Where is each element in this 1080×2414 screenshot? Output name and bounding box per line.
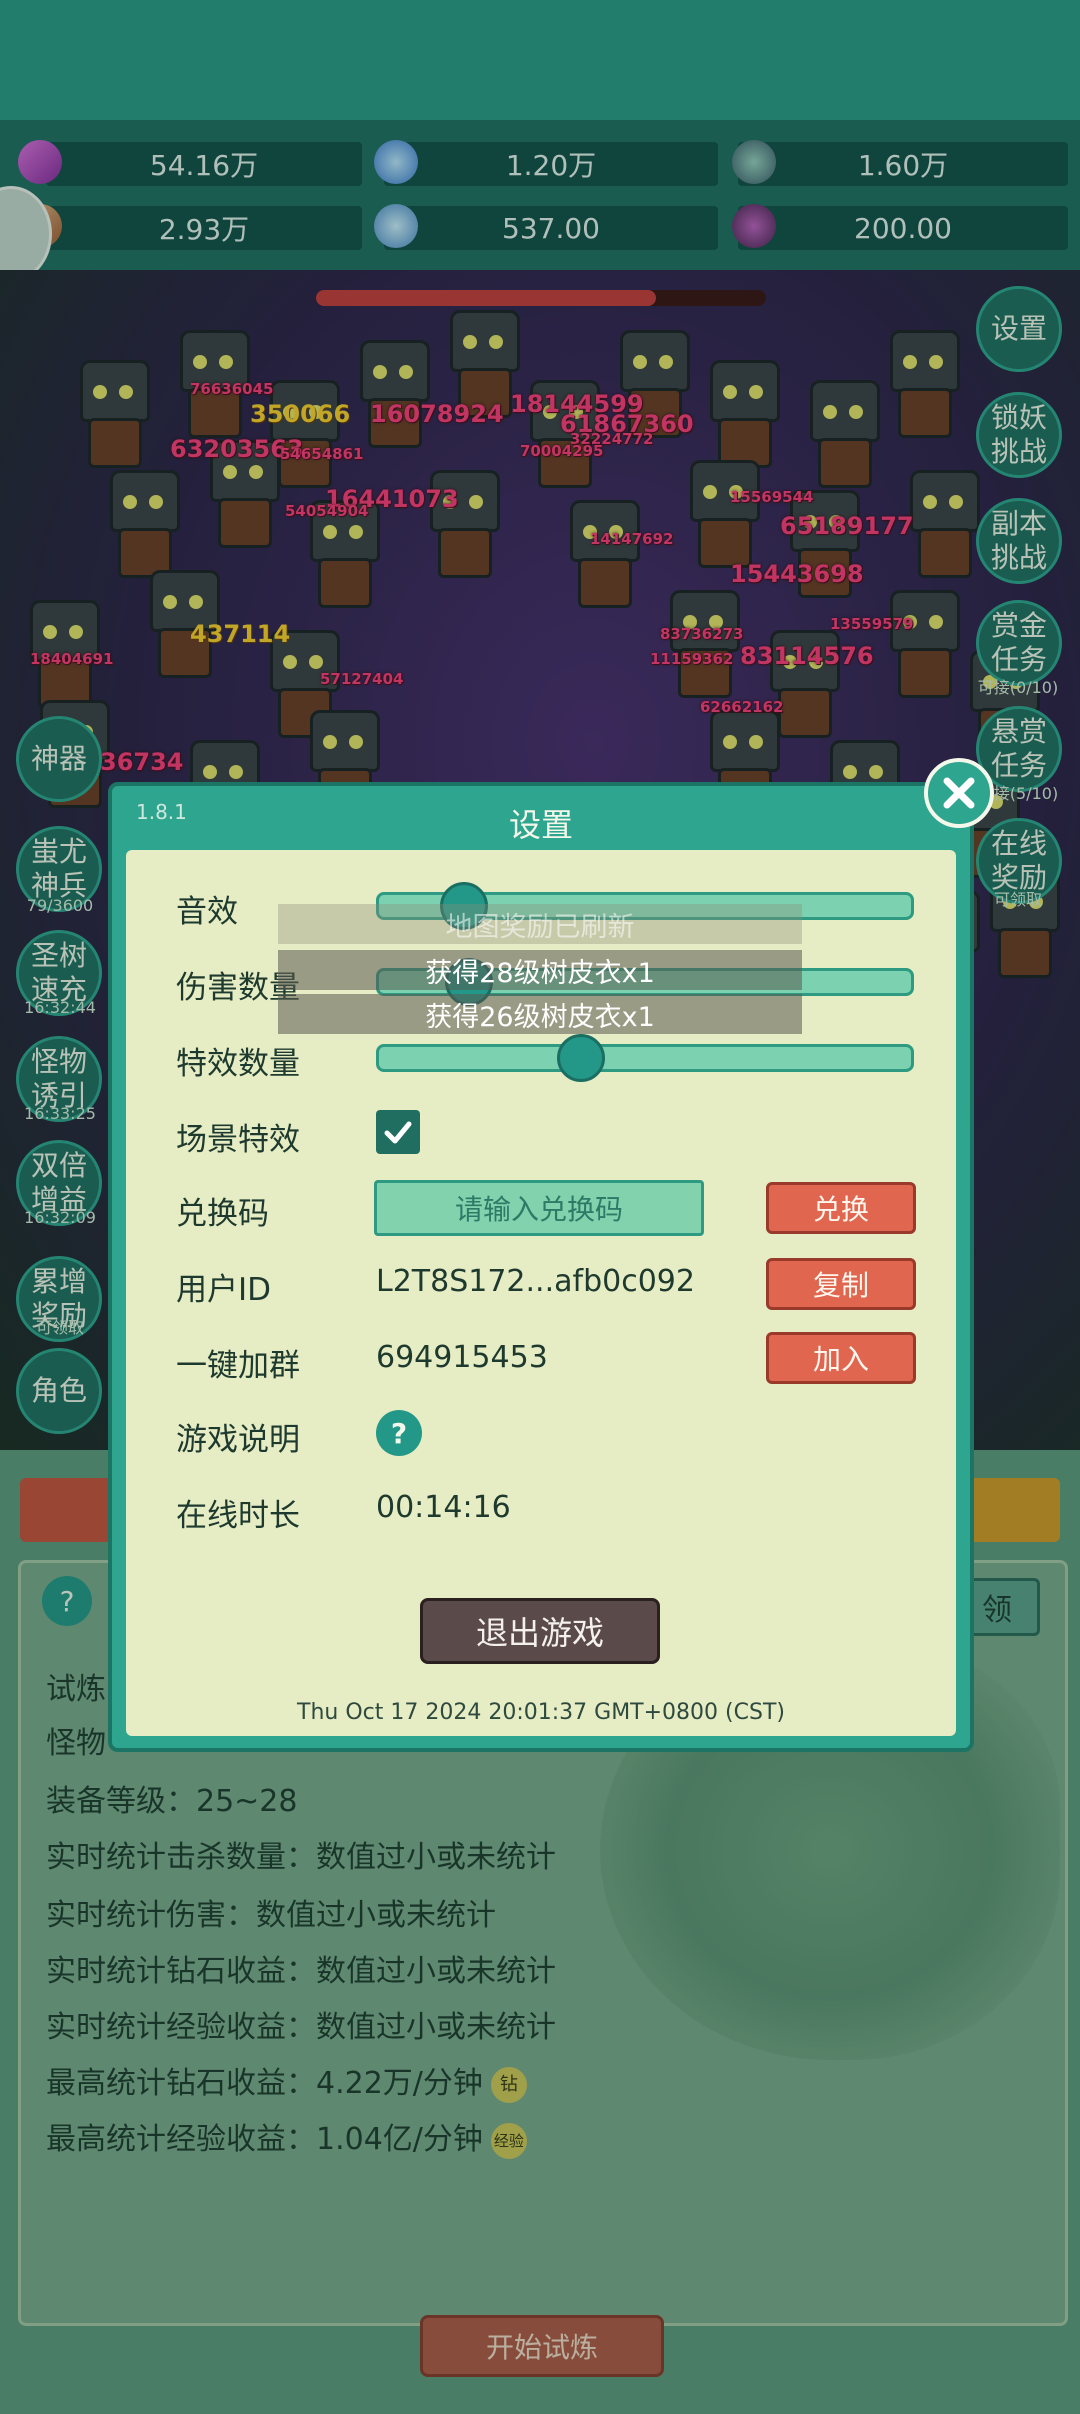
copy-button[interactable]: 复制	[766, 1258, 916, 1310]
game-guide-button[interactable]: ?	[376, 1410, 422, 1456]
effects-count-label: 特效数量	[176, 1046, 300, 1082]
online-time-value: 00:14:16	[376, 1490, 511, 1525]
join-button[interactable]: 加入	[766, 1332, 916, 1384]
user-id-value: L2T8S172...afb0c092	[376, 1264, 695, 1299]
sound-label: 音效	[176, 894, 238, 930]
redeem-code-input[interactable]: 请输入兑换码	[374, 1180, 704, 1236]
join-group-label: 一键加群	[176, 1348, 300, 1384]
checkmark-icon	[384, 1121, 412, 1144]
group-number-value: 694915453	[376, 1340, 548, 1375]
toast-message: 地图奖励已刷新	[278, 904, 802, 944]
settings-title: 设置	[508, 806, 573, 844]
effects-count-slider[interactable]	[376, 1044, 914, 1072]
question-icon: ?	[390, 1416, 408, 1450]
scene-effects-label: 场景特效	[176, 1122, 300, 1158]
toast-message: 获得26级树皮衣x1	[278, 994, 802, 1034]
redeem-label: 兑换码	[176, 1196, 269, 1232]
scene-effects-checkbox[interactable]	[376, 1110, 420, 1154]
online-time-label: 在线时长	[176, 1498, 300, 1534]
exit-game-button[interactable]: 退出游戏	[420, 1598, 660, 1664]
redeem-button[interactable]: 兑换	[766, 1182, 916, 1234]
effects-count-slider-knob[interactable]	[557, 1034, 606, 1082]
close-button[interactable]	[924, 758, 994, 828]
user-id-label: 用户ID	[176, 1272, 272, 1308]
toast-message: 获得28级树皮衣x1	[278, 950, 802, 990]
game-guide-label: 游戏说明	[176, 1422, 300, 1458]
timestamp: Thu Oct 17 2024 20:01:37 GMT+0800 (CST)	[297, 1700, 785, 1725]
close-icon	[943, 777, 975, 809]
